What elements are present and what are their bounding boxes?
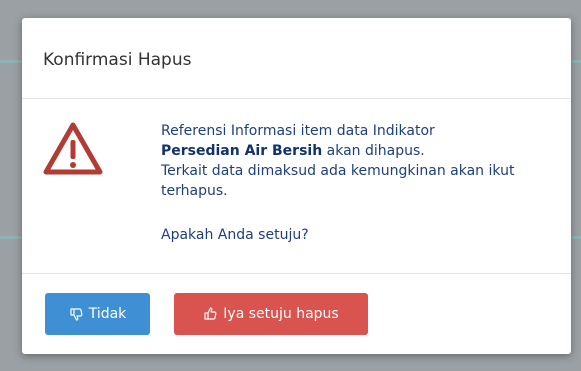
- dialog-header: Konfirmasi Hapus: [22, 18, 571, 99]
- dialog-footer: Tidak Iya setuju hapus: [22, 273, 571, 355]
- message-line-2-suffix: akan dihapus.: [322, 143, 425, 159]
- dialog-title: Konfirmasi Hapus: [43, 50, 192, 70]
- item-name: Persedian Air Bersih: [161, 143, 323, 159]
- warning-triangle-icon: [42, 121, 104, 177]
- message-line-2: Persedian Air Bersih akan dihapus.: [161, 141, 551, 161]
- thumbs-up-icon: [203, 307, 217, 321]
- cancel-button-label: Tidak: [88, 306, 127, 322]
- confirm-question: Apakah Anda setuju?: [161, 227, 309, 243]
- dialog-message: Referensi Informasi item data Indikator …: [161, 121, 551, 245]
- confirm-delete-dialog: Konfirmasi Hapus Referensi Informasi ite…: [22, 18, 571, 354]
- cancel-button[interactable]: Tidak: [45, 293, 150, 335]
- thumbs-down-icon: [69, 307, 83, 321]
- message-line-3: Terkait data dimaksud ada kemungkinan ak…: [161, 163, 515, 199]
- message-line-1: Referensi Informasi item data Indikator: [161, 123, 435, 139]
- confirm-delete-button[interactable]: Iya setuju hapus: [174, 293, 368, 335]
- confirm-button-label: Iya setuju hapus: [223, 306, 339, 322]
